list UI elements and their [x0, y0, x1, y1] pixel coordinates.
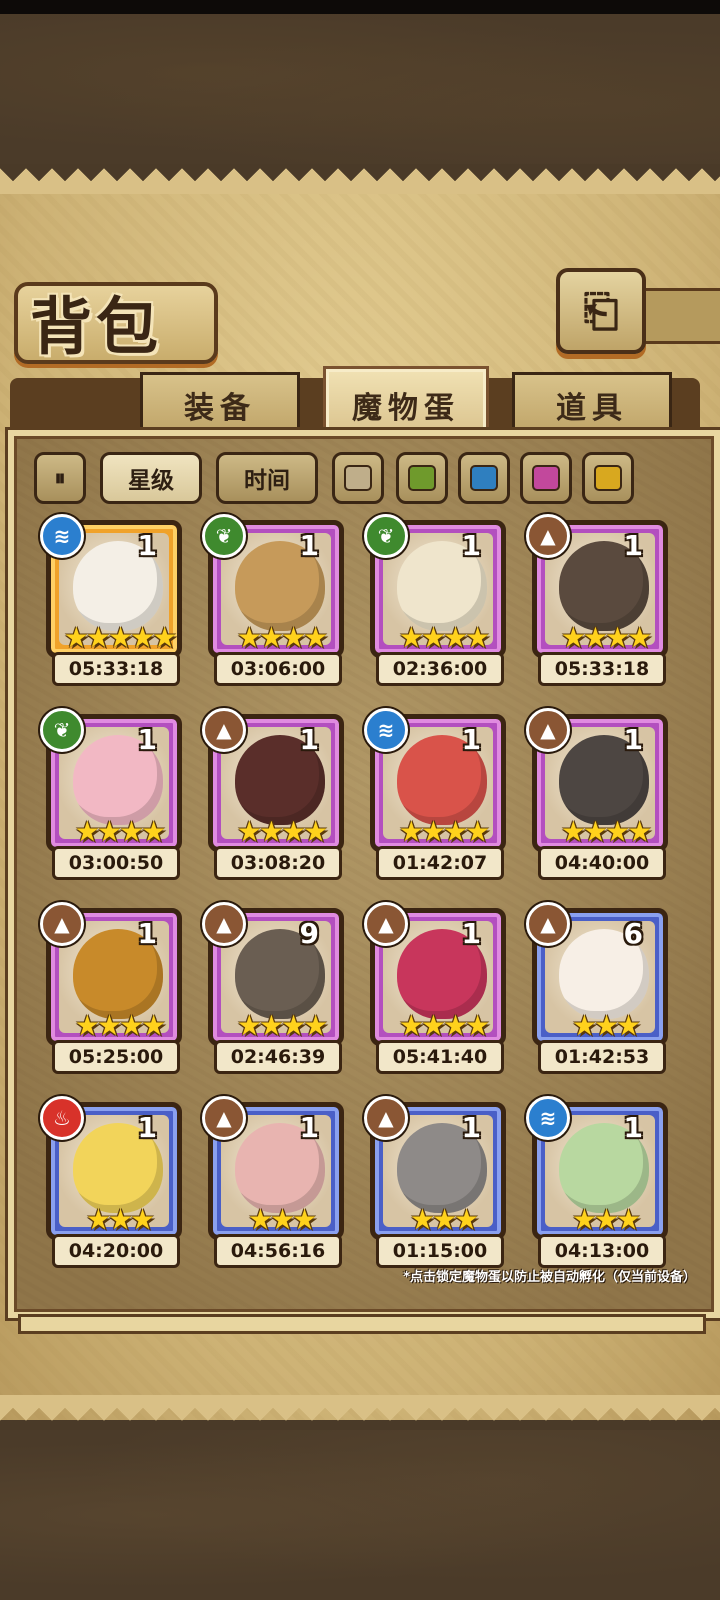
egg-stars: ★★★ [571, 1009, 641, 1042]
egg-timer: 03:06:00 [214, 652, 342, 686]
egg-stars: ★★★★ [236, 1009, 328, 1042]
egg-count: 1 [461, 723, 481, 756]
element-earth-icon: ▲ [364, 902, 408, 946]
egg-timer: 02:46:39 [214, 1040, 342, 1074]
egg-stars: ★★★★ [236, 815, 328, 848]
lock-hint-footnote: *点击锁定魔物蛋以防止被自动孵化（仅当前设备） [403, 1270, 696, 1285]
egg-stars: ★★★★ [236, 621, 328, 654]
egg-stars: ★★★★ [74, 815, 166, 848]
egg-timer: 01:42:07 [376, 846, 504, 880]
filter-color-gray[interactable] [332, 452, 384, 504]
filter-color-green[interactable] [396, 452, 448, 504]
egg-stars: ★★★★ [560, 621, 652, 654]
egg-count: 1 [299, 529, 319, 562]
element-water-icon: ≋ [364, 708, 408, 752]
swatch-yellow [594, 465, 622, 491]
egg-stars: ★★★ [247, 1203, 317, 1236]
egg-stars: ★★★★ [398, 815, 490, 848]
sort-time-label: 时间 [244, 468, 290, 494]
back-button[interactable]: ⎗ [556, 268, 646, 354]
sort-time-button[interactable]: 时间 [216, 452, 318, 504]
egg-count: 1 [299, 1111, 319, 1144]
egg-count: 1 [299, 723, 319, 756]
element-earth-icon: ▲ [526, 708, 570, 752]
egg-stars: ★★★ [571, 1203, 641, 1236]
sort-star-button[interactable]: 星级 [100, 452, 202, 504]
map-background-bottom [0, 1430, 720, 1600]
tab-label: 装备 [184, 391, 256, 426]
page-title: 背包 [30, 290, 163, 363]
egg-timer: 05:33:18 [52, 652, 180, 686]
element-water-icon: ≋ [526, 1096, 570, 1140]
egg-timer: 04:20:00 [52, 1234, 180, 1268]
element-earth-icon: ▲ [364, 1096, 408, 1140]
egg-timer: 05:33:18 [538, 652, 666, 686]
egg-count: 9 [299, 917, 319, 950]
tab-label: 道具 [556, 391, 628, 426]
zigzag-border-top [0, 168, 720, 194]
map-background-top [0, 14, 720, 164]
back-button-rail [636, 288, 720, 344]
element-wood-icon: ❦ [40, 708, 84, 752]
egg-timer: 03:08:20 [214, 846, 342, 880]
swatch-blue [470, 465, 498, 491]
sort-star-label: 星级 [128, 468, 174, 494]
filter-color-yellow[interactable] [582, 452, 634, 504]
tab-items[interactable]: 道具 [512, 372, 672, 438]
swatch-pink [532, 465, 560, 491]
egg-timer: 03:00:50 [52, 846, 180, 880]
zigzag-border-bottom [0, 1395, 720, 1421]
egg-count: 1 [461, 917, 481, 950]
egg-count: 1 [137, 529, 157, 562]
swatch-gray [344, 465, 372, 491]
element-wood-icon: ❦ [364, 514, 408, 558]
egg-timer: 04:56:16 [214, 1234, 342, 1268]
egg-timer: 05:25:00 [52, 1040, 180, 1074]
egg-timer: 04:40:00 [538, 846, 666, 880]
element-fire-icon: ♨ [40, 1096, 84, 1140]
egg-stars: ★★★ [409, 1203, 479, 1236]
egg-count: 1 [137, 917, 157, 950]
egg-count: 1 [461, 529, 481, 562]
egg-stars: ★★★★ [74, 1009, 166, 1042]
element-earth-icon: ▲ [202, 708, 246, 752]
egg-count: 1 [623, 529, 643, 562]
egg-count: 1 [137, 1111, 157, 1144]
element-wood-icon: ❦ [202, 514, 246, 558]
filter-color-blue[interactable] [458, 452, 510, 504]
egg-stars: ★★★★ [560, 815, 652, 848]
pause-toggle-icon: ⏸ [54, 465, 66, 491]
back-arrow-icon: ⎗ [583, 285, 619, 337]
egg-stars: ★★★★ [398, 1009, 490, 1042]
egg-timer: 01:42:53 [538, 1040, 666, 1074]
egg-count: 1 [461, 1111, 481, 1144]
element-earth-icon: ▲ [40, 902, 84, 946]
status-bar [0, 0, 720, 14]
egg-stars: ★★★★ [398, 621, 490, 654]
element-earth-icon: ▲ [202, 1096, 246, 1140]
egg-stars: ★★★ [85, 1203, 155, 1236]
tab-label: 魔物蛋 [352, 391, 460, 426]
egg-timer: 01:15:00 [376, 1234, 504, 1268]
egg-timer: 02:36:00 [376, 652, 504, 686]
egg-timer: 04:13:00 [538, 1234, 666, 1268]
element-earth-icon: ▲ [526, 902, 570, 946]
egg-timer: 05:41:40 [376, 1040, 504, 1074]
element-earth-icon: ▲ [202, 902, 246, 946]
egg-count: 1 [623, 723, 643, 756]
egg-count: 1 [137, 723, 157, 756]
egg-stars: ★★★★★ [63, 621, 177, 654]
element-earth-icon: ▲ [526, 514, 570, 558]
tab-equipment[interactable]: 装备 [140, 372, 300, 438]
panel-bottom-rail [18, 1314, 706, 1334]
lock-toggle-button[interactable]: ⏸ [34, 452, 86, 504]
swatch-green [408, 465, 436, 491]
egg-count: 1 [623, 1111, 643, 1144]
element-water-icon: ≋ [40, 514, 84, 558]
filter-color-pink[interactable] [520, 452, 572, 504]
egg-count: 6 [623, 917, 643, 950]
